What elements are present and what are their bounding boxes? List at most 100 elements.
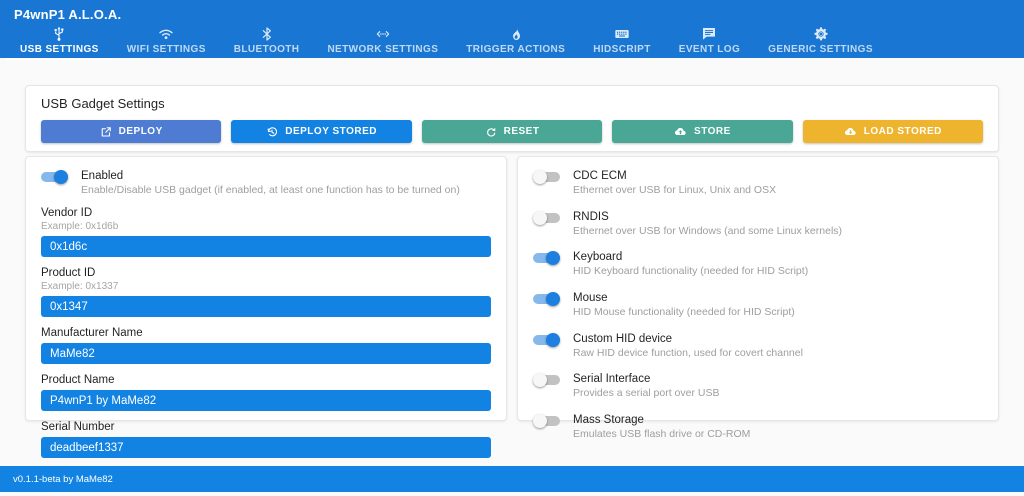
serial-number-label: Serial Number — [41, 421, 491, 433]
tab-trigger-actions[interactable]: TRIGGER ACTIONS — [452, 24, 579, 60]
mass-storage-description: Emulates USB flash drive or CD-ROM — [573, 428, 750, 441]
keyboard-row: Keyboard HID Keyboard functionality (nee… — [533, 251, 983, 278]
tab-label: WIFI SETTINGS — [127, 44, 206, 55]
manufacturer-name-input[interactable] — [41, 343, 491, 364]
tab-wifi-settings[interactable]: WIFI SETTINGS — [113, 24, 220, 60]
usb-gadget-general-card: Enabled Enable/Disable USB gadget (if en… — [25, 156, 507, 421]
toggle-thumb — [546, 292, 560, 306]
cdc-ecm-row: CDC ECM Ethernet over USB for Linux, Uni… — [533, 170, 983, 197]
tab-label: USB SETTINGS — [20, 44, 99, 55]
deploy-button[interactable]: DEPLOY — [41, 120, 221, 143]
cdc-ecm-label: CDC ECM — [573, 170, 776, 182]
toggle-thumb — [533, 170, 547, 184]
rndis-label: RNDIS — [573, 211, 842, 223]
custom-hid-label: Custom HID device — [573, 333, 803, 345]
vendor-id-input[interactable] — [41, 236, 491, 257]
toggle-thumb — [533, 211, 547, 225]
enabled-row: Enabled Enable/Disable USB gadget (if en… — [41, 170, 491, 197]
enabled-label: Enabled — [81, 170, 460, 182]
usb-gadget-settings-title: USB Gadget Settings — [41, 96, 983, 111]
keyboard-icon — [614, 26, 630, 42]
product-id-hint: Example: 0x1337 — [41, 281, 491, 292]
store-button[interactable]: STORE — [612, 120, 792, 143]
product-id-label: Product ID — [41, 267, 491, 279]
tab-usb-settings[interactable]: USB SETTINGS — [6, 24, 113, 60]
gadget-button-row: DEPLOY DEPLOY STORED — [41, 120, 983, 143]
tab-event-log[interactable]: EVENT LOG — [665, 24, 754, 60]
usb-icon — [51, 26, 67, 42]
manufacturer-name-field-group: Manufacturer Name — [41, 327, 491, 364]
cdc-ecm-description: Ethernet over USB for Linux, Unix and OS… — [573, 184, 776, 197]
app-header: P4wnP1 A.L.O.A. USB SETTINGS — [0, 0, 1024, 58]
usb-gadget-settings-card: USB Gadget Settings DEPLOY — [25, 85, 999, 152]
cloud-download-icon — [844, 125, 857, 138]
cloud-upload-icon — [674, 125, 687, 138]
keyboard-label: Keyboard — [573, 251, 808, 263]
serial-interface-row: Serial Interface Provides a serial port … — [533, 373, 983, 400]
deploy-stored-button-label: DEPLOY STORED — [285, 126, 377, 137]
serial-interface-label: Serial Interface — [573, 373, 719, 385]
deploy-stored-button[interactable]: DEPLOY STORED — [231, 120, 411, 143]
mouse-description: HID Mouse functionality (needed for HID … — [573, 306, 795, 319]
tab-hidscript[interactable]: HIDSCRIPT — [579, 24, 665, 60]
refresh-icon — [485, 126, 497, 138]
vendor-id-label: Vendor ID — [41, 207, 491, 219]
load-stored-button-label: LOAD STORED — [864, 126, 942, 137]
main-content: USB Gadget Settings DEPLOY — [0, 58, 1024, 421]
vendor-id-field-group: Vendor ID Example: 0x1d6b — [41, 207, 491, 257]
restore-icon — [266, 126, 278, 138]
app-title: P4wnP1 A.L.O.A. — [14, 7, 121, 22]
product-id-field-group: Product ID Example: 0x1337 — [41, 267, 491, 317]
product-id-input[interactable] — [41, 296, 491, 317]
serial-interface-toggle[interactable] — [533, 373, 560, 387]
tab-network-settings[interactable]: NETWORK SETTINGS — [313, 24, 452, 60]
toggle-thumb — [546, 333, 560, 347]
load-stored-button[interactable]: LOAD STORED — [803, 120, 983, 143]
manufacturer-name-label: Manufacturer Name — [41, 327, 491, 339]
keyboard-toggle[interactable] — [533, 251, 560, 265]
toggle-thumb — [54, 170, 68, 184]
app-footer: v0.1.1-beta by MaMe82 — [0, 466, 1024, 492]
gear-icon — [813, 26, 829, 42]
product-name-input[interactable] — [41, 390, 491, 411]
serial-interface-description: Provides a serial port over USB — [573, 387, 719, 400]
mouse-row: Mouse HID Mouse functionality (needed fo… — [533, 292, 983, 319]
wifi-icon — [158, 26, 174, 42]
chat-icon — [701, 26, 717, 42]
mouse-toggle[interactable] — [533, 292, 560, 306]
mass-storage-toggle[interactable] — [533, 414, 560, 428]
toggle-thumb — [533, 414, 547, 428]
tab-label: GENERIC SETTINGS — [768, 44, 873, 55]
serial-number-field-group: Serial Number — [41, 421, 491, 458]
product-name-label: Product Name — [41, 374, 491, 386]
custom-hid-toggle[interactable] — [533, 333, 560, 347]
custom-hid-description: Raw HID device function, used for covert… — [573, 347, 803, 360]
footer-version-text: v0.1.1-beta by MaMe82 — [13, 474, 113, 485]
tab-label: HIDSCRIPT — [593, 44, 651, 55]
keyboard-description: HID Keyboard functionality (needed for H… — [573, 265, 808, 278]
flame-icon — [508, 26, 524, 42]
reset-button[interactable]: RESET — [422, 120, 602, 143]
nav-tab-bar: USB SETTINGS WIFI SETTINGS BLUET — [0, 24, 1024, 60]
enabled-toggle[interactable] — [41, 170, 68, 184]
launch-icon — [100, 126, 112, 138]
bluetooth-icon — [259, 26, 275, 42]
serial-number-input[interactable] — [41, 437, 491, 458]
rndis-toggle[interactable] — [533, 211, 560, 225]
mass-storage-label: Mass Storage — [573, 414, 750, 426]
enabled-description: Enable/Disable USB gadget (if enabled, a… — [81, 184, 460, 197]
toggle-thumb — [533, 373, 547, 387]
reset-button-label: RESET — [504, 126, 540, 137]
tab-label: BLUETOOTH — [234, 44, 300, 55]
mass-storage-row: Mass Storage Emulates USB flash drive or… — [533, 414, 983, 441]
custom-hid-row: Custom HID device Raw HID device functio… — [533, 333, 983, 360]
tab-label: EVENT LOG — [679, 44, 740, 55]
ethernet-icon — [375, 26, 391, 42]
rndis-description: Ethernet over USB for Windows (and some … — [573, 225, 842, 238]
tab-generic-settings[interactable]: GENERIC SETTINGS — [754, 24, 887, 60]
usb-gadget-functions-card: CDC ECM Ethernet over USB for Linux, Uni… — [517, 156, 999, 421]
toggle-thumb — [546, 251, 560, 265]
cdc-ecm-toggle[interactable] — [533, 170, 560, 184]
store-button-label: STORE — [694, 126, 731, 137]
tab-bluetooth[interactable]: BLUETOOTH — [220, 24, 314, 60]
